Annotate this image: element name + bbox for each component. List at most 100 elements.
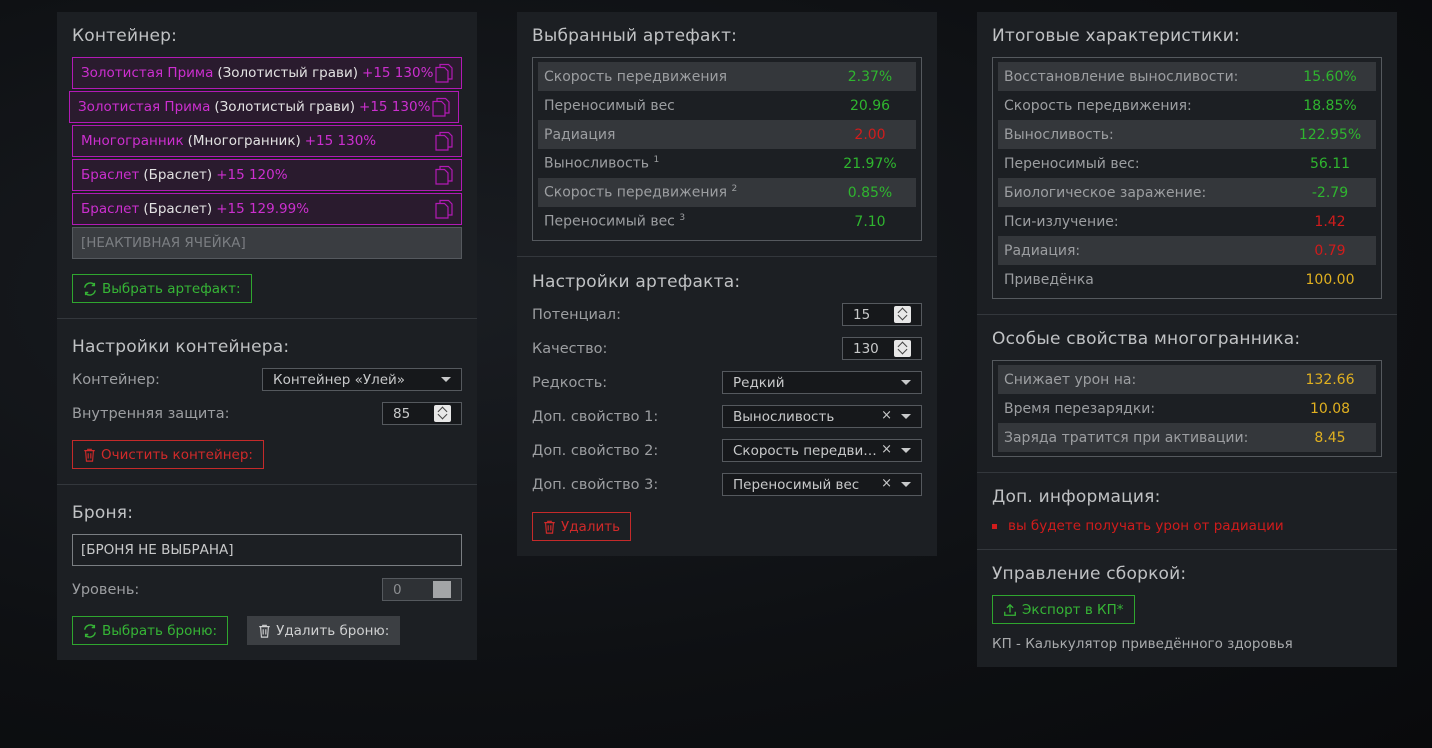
- artifact-slot[interactable]: Многогранник (Многогранник) +15 130%: [72, 125, 462, 157]
- stat-row: Биологическое заражение: -2.79: [998, 178, 1376, 207]
- stat-row: Снижает урон на: 132.66: [998, 365, 1376, 394]
- stat-row: Выносливость: 122.95%: [998, 120, 1376, 149]
- stepper-arrows-icon[interactable]: [894, 306, 911, 323]
- clear-icon[interactable]: ×: [881, 476, 892, 491]
- protection-stepper[interactable]: 85: [382, 402, 462, 425]
- chevron-down-icon: [901, 380, 911, 385]
- rarity-label: Редкость:: [532, 374, 608, 391]
- rarity-row: Редкость: Редкий: [532, 371, 922, 394]
- container-title: Контейнер:: [72, 26, 178, 46]
- artifact-slot[interactable]: Браслет (Браслет) +15 129.99%: [72, 193, 462, 225]
- stat-label: Скорость передвижения: [544, 68, 727, 85]
- prop3-select[interactable]: Переносимый вес ×: [722, 473, 922, 496]
- potential-stepper[interactable]: 15: [842, 303, 922, 326]
- armor-level-row: Уровень: 0: [72, 578, 462, 601]
- delete-armor-button[interactable]: Удалить броню:: [247, 616, 401, 645]
- stat-footnote: 3: [679, 213, 686, 224]
- trash-icon: [84, 448, 95, 462]
- slot-artifact-base: (Золотистый грави): [214, 99, 356, 115]
- stat-row: Радиация 2.00: [538, 120, 916, 149]
- armor-level-stepper[interactable]: 0: [382, 578, 462, 601]
- container-select[interactable]: Контейнер «Улей»: [262, 368, 462, 391]
- stat-label: Радиация: [544, 126, 616, 143]
- select-armor-button[interactable]: Выбрать броню:: [72, 616, 229, 645]
- stat-footnote: 2: [731, 184, 738, 195]
- rarity-select[interactable]: Редкий: [722, 371, 922, 394]
- inactive-slot: [НЕАКТИВНАЯ ЯЧЕЙКА]: [72, 227, 462, 259]
- stat-value: 0.79: [1314, 242, 1346, 259]
- prop1-select[interactable]: Выносливость ×: [722, 405, 922, 428]
- quality-label: Качество:: [532, 340, 608, 357]
- stat-label: Радиация:: [1004, 242, 1081, 259]
- stepper-arrows-icon[interactable]: [894, 340, 911, 357]
- stat-label: Пси-излучение:: [1004, 213, 1119, 230]
- stat-row: Скорость передвижения 2.37%: [538, 62, 916, 91]
- level-knob[interactable]: [433, 581, 451, 598]
- slot-artifact-name: Золотистая Прима: [78, 99, 211, 115]
- slot-artifact-level: +15 130%: [362, 65, 434, 81]
- right-column: Итоговые характеристики: Восстановление …: [977, 12, 1397, 667]
- artifact-slot[interactable]: Золотистая Прима (Золотистый грави) +15 13…: [72, 57, 462, 89]
- clear-icon[interactable]: ×: [881, 408, 892, 423]
- chevron-down-icon: [441, 377, 451, 382]
- stat-row: Скорость передвижения 2 0.85%: [538, 178, 916, 207]
- delete-artifact-label: Удалить: [561, 518, 621, 535]
- select-artifact-button[interactable]: Выбрать артефакт:: [72, 274, 252, 303]
- artifact-slot[interactable]: Золотистая Прима (Золотистый грави) +15 13…: [69, 91, 459, 123]
- prop1-label: Доп. свойство 1:: [532, 408, 659, 425]
- prop2-select[interactable]: Скорость передвижения ×: [722, 439, 922, 462]
- prop1-value: Выносливость: [733, 408, 835, 425]
- stat-value: 132.66: [1305, 371, 1355, 388]
- stat-label: Выносливость:: [1004, 126, 1114, 143]
- clear-container-label: Очистить контейнер:: [101, 446, 253, 463]
- refresh-icon: [84, 623, 96, 638]
- copy-icon[interactable]: [435, 131, 453, 151]
- quality-value: 130: [853, 340, 879, 357]
- select-artifact-label: Выбрать артефакт:: [102, 280, 241, 297]
- slot-artifact-base: (Золотистый грави): [217, 65, 359, 81]
- selected-artifact-stats: Скорость передвижения 2.37% Переносимый ве…: [532, 57, 922, 241]
- stat-label: Переносимый вес: [544, 97, 675, 114]
- stat-value: 1.42: [1314, 213, 1346, 230]
- slot-artifact-base: (Браслет): [143, 201, 213, 217]
- prop3-value: Переносимый вес: [733, 476, 860, 493]
- quality-stepper[interactable]: 130: [842, 337, 922, 360]
- slot-artifact-name: Многогранник: [81, 133, 184, 149]
- refresh-icon: [84, 281, 96, 296]
- build-card: Управление сборкой: Экспорт в КП* КП - К…: [977, 550, 1397, 667]
- container-row: Контейнер: Контейнер «Улей»: [72, 368, 462, 391]
- artifact-settings-title: Настройки артефакта:: [532, 272, 741, 292]
- export-button[interactable]: Экспорт в КП*: [992, 595, 1135, 624]
- delete-artifact-button[interactable]: Удалить: [532, 512, 632, 541]
- stat-value: 0.85%: [847, 184, 893, 201]
- stat-label: Приведёнка: [1004, 271, 1094, 288]
- copy-icon[interactable]: [435, 63, 453, 83]
- armor-title: Броня:: [72, 503, 134, 523]
- info-card: Доп. информация: вы будете получать урон…: [977, 473, 1397, 550]
- stat-label: Снижает урон на:: [1004, 371, 1137, 388]
- special-stats: Снижает урон на: 132.66 Время перезарядки:…: [992, 360, 1382, 457]
- stat-label: Скорость передвижения 2: [544, 184, 738, 201]
- copy-icon[interactable]: [435, 165, 453, 185]
- trash-icon: [259, 624, 270, 638]
- stepper-arrows-icon[interactable]: [434, 405, 451, 422]
- protection-value: 85: [393, 405, 411, 422]
- armor-field[interactable]: [БРОНЯ НЕ ВЫБРАНА]: [72, 534, 462, 566]
- copy-icon[interactable]: [435, 199, 453, 219]
- stat-label: Скорость передвижения:: [1004, 97, 1192, 114]
- stat-value: -2.79: [1311, 184, 1349, 201]
- trash-icon: [544, 520, 555, 534]
- prop3-label: Доп. свойство 3:: [532, 476, 659, 493]
- clear-icon[interactable]: ×: [881, 442, 892, 457]
- container-label: Контейнер:: [72, 371, 160, 388]
- artifact-slot[interactable]: Браслет (Браслет) +15 120%: [72, 159, 462, 191]
- clear-container-button[interactable]: Очистить контейнер:: [72, 440, 264, 469]
- copy-icon[interactable]: [432, 97, 450, 117]
- chevron-down-icon: [901, 414, 911, 419]
- inactive-slot-label: [НЕАКТИВНАЯ ЯЧЕЙКА]: [81, 235, 246, 251]
- stat-value: 7.10: [854, 213, 886, 230]
- stat-label: Переносимый вес 3: [544, 213, 686, 230]
- armor-level-value: 0: [393, 581, 402, 598]
- armor-level-label: Уровень:: [72, 581, 140, 598]
- info-title: Доп. информация:: [992, 487, 1161, 507]
